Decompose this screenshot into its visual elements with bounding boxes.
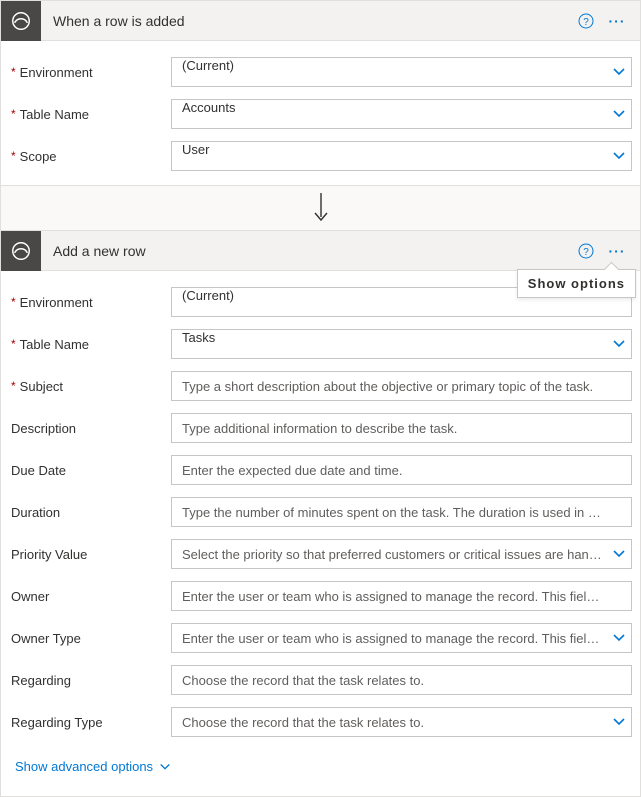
field-action-description: Description bbox=[9, 413, 632, 443]
select-environment[interactable]: (Current) bbox=[171, 57, 632, 87]
dataverse-icon bbox=[1, 1, 41, 41]
more-menu-icon[interactable]: ··· Show options bbox=[600, 231, 634, 271]
select-regardingtype[interactable] bbox=[171, 707, 632, 737]
label-duration: Duration bbox=[11, 505, 60, 520]
action-header[interactable]: Add a new row ? ··· Show options bbox=[1, 231, 640, 271]
chevron-down-icon bbox=[159, 761, 171, 773]
trigger-body: *Environment (Current) *Table Name Accou… bbox=[1, 41, 640, 185]
show-advanced-options-link[interactable]: Show advanced options bbox=[15, 759, 171, 774]
dataverse-icon bbox=[1, 231, 41, 271]
action-title: Add a new row bbox=[41, 243, 572, 259]
label-owner: Owner bbox=[11, 589, 49, 604]
select-table[interactable]: Tasks bbox=[171, 329, 632, 359]
field-action-owner: Owner bbox=[9, 581, 632, 611]
svg-text:?: ? bbox=[583, 17, 589, 28]
action-card: Add a new row ? ··· Show options *Enviro… bbox=[0, 230, 641, 797]
label-subject: Subject bbox=[20, 379, 63, 394]
action-body: *Environment (Current) *Table Name Tasks… bbox=[1, 271, 640, 796]
select-scope[interactable]: User bbox=[171, 141, 632, 171]
field-action-ownertype: Owner Type bbox=[9, 623, 632, 653]
show-options-tooltip: Show options bbox=[517, 269, 636, 298]
input-owner[interactable] bbox=[171, 581, 632, 611]
label-regardingtype: Regarding Type bbox=[11, 715, 103, 730]
label-table: Table Name bbox=[20, 107, 89, 122]
input-regarding[interactable] bbox=[171, 665, 632, 695]
field-action-duration: Duration bbox=[9, 497, 632, 527]
field-action-duedate: Due Date bbox=[9, 455, 632, 485]
help-icon[interactable]: ? bbox=[572, 231, 600, 271]
select-table[interactable]: Accounts bbox=[171, 99, 632, 129]
select-priority[interactable] bbox=[171, 539, 632, 569]
label-scope: Scope bbox=[20, 149, 57, 164]
label-table: Table Name bbox=[20, 337, 89, 352]
label-environment: Environment bbox=[20, 65, 93, 80]
label-ownertype: Owner Type bbox=[11, 631, 81, 646]
trigger-header[interactable]: When a row is added ? ··· bbox=[1, 1, 640, 41]
field-trigger-scope: *Scope User bbox=[9, 141, 632, 171]
svg-text:?: ? bbox=[583, 247, 589, 258]
field-action-subject: *Subject bbox=[9, 371, 632, 401]
label-description: Description bbox=[11, 421, 76, 436]
trigger-card: When a row is added ? ··· *Environment (… bbox=[0, 0, 641, 186]
field-action-priority: Priority Value bbox=[9, 539, 632, 569]
more-menu-icon[interactable]: ··· bbox=[600, 1, 634, 41]
input-duedate[interactable] bbox=[171, 455, 632, 485]
help-icon[interactable]: ? bbox=[572, 1, 600, 41]
flow-arrow bbox=[0, 186, 641, 230]
label-priority: Priority Value bbox=[11, 547, 87, 562]
label-regarding: Regarding bbox=[11, 673, 71, 688]
field-action-regardingtype: Regarding Type bbox=[9, 707, 632, 737]
field-trigger-environment: *Environment (Current) bbox=[9, 57, 632, 87]
select-ownertype[interactable] bbox=[171, 623, 632, 653]
trigger-title: When a row is added bbox=[41, 13, 572, 29]
label-duedate: Due Date bbox=[11, 463, 66, 478]
field-trigger-table: *Table Name Accounts bbox=[9, 99, 632, 129]
field-action-regarding: Regarding bbox=[9, 665, 632, 695]
input-subject[interactable] bbox=[171, 371, 632, 401]
label-environment: Environment bbox=[20, 295, 93, 310]
field-action-table: *Table Name Tasks bbox=[9, 329, 632, 359]
input-description[interactable] bbox=[171, 413, 632, 443]
input-duration[interactable] bbox=[171, 497, 632, 527]
